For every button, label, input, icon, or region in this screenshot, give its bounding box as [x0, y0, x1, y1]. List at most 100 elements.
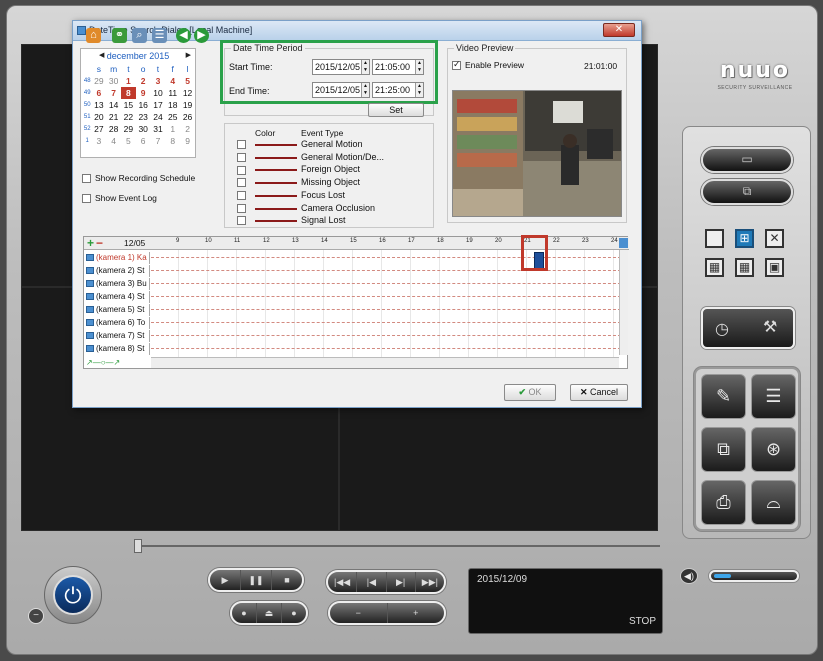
calendar-day[interactable]: 30	[136, 123, 151, 135]
calendar-day[interactable]: 8	[121, 87, 136, 99]
play-button[interactable]: ▶	[210, 570, 241, 590]
show-recording-schedule-option[interactable]: Show Recording Schedule	[82, 173, 195, 184]
playback-slider-track[interactable]	[137, 545, 660, 547]
calendar-day[interactable]: 5	[121, 135, 136, 147]
calendar-day[interactable]: 2	[180, 123, 195, 135]
calendar-day[interactable]: 25	[165, 111, 180, 123]
calendar-day[interactable]: 16	[136, 99, 151, 111]
camera-timeline-row[interactable]: (kamera 4) St	[84, 291, 621, 303]
camera-name[interactable]: (kamera 6) To	[84, 317, 150, 329]
clock-icon[interactable]: ◷	[715, 319, 729, 339]
layout-3x3-button[interactable]: ▦	[705, 258, 724, 277]
hammer-icon[interactable]: ⚒	[763, 317, 777, 337]
camera-name[interactable]: (kamera 5) St	[84, 304, 150, 316]
camera-name[interactable]: (kamera 3) Bu	[84, 278, 150, 290]
show-event-log-option[interactable]: Show Event Log	[82, 193, 157, 204]
set-button[interactable]: Set	[368, 103, 424, 117]
eject-button[interactable]: ⏏	[257, 603, 282, 623]
start-date-field[interactable]: 2015/12/05 ▲ ▼	[312, 59, 370, 75]
camera-timeline-row[interactable]: (kamera 5) St	[84, 304, 621, 316]
minimize-button[interactable]: −	[28, 608, 44, 624]
end-time-field[interactable]: 21:25:00 ▲ ▼	[372, 82, 424, 98]
enable-preview-option[interactable]: Enable Preview	[452, 59, 524, 71]
calendar-day[interactable]: 11	[165, 87, 180, 99]
calendar-day[interactable]: 2	[136, 75, 151, 87]
timeline-horizontal-scrollbar[interactable]	[151, 357, 619, 368]
timeline-settings-icon[interactable]	[619, 238, 628, 248]
layout-2x2-button[interactable]: ⊞	[735, 229, 754, 248]
prev-month-icon[interactable]: ◀	[99, 49, 104, 63]
list-button[interactable]: ☰	[751, 374, 796, 419]
end-time-spinner[interactable]: ▲ ▼	[415, 83, 423, 97]
dewarp-button[interactable]: ⌓	[751, 480, 796, 525]
event-type-row[interactable]: General Motion	[237, 139, 363, 151]
export-video-button[interactable]: ⊛	[751, 427, 796, 472]
record-button[interactable]: ●	[232, 603, 257, 623]
print-button[interactable]: ⎙	[701, 480, 746, 525]
event-type-row[interactable]: General Motion/De...	[237, 152, 384, 164]
timeline-vertical-scrollbar[interactable]	[619, 250, 628, 355]
calendar-day[interactable]: 1	[165, 123, 180, 135]
calendar-day[interactable]: 13	[91, 99, 106, 111]
start-time-field[interactable]: 21:05:00 ▲ ▼	[372, 59, 424, 75]
event-log-checkbox[interactable]	[82, 194, 91, 204]
calendar-day[interactable]: 3	[91, 135, 106, 147]
calendar-day[interactable]: 19	[180, 99, 195, 111]
event-type-checkbox[interactable]	[237, 165, 246, 175]
layout-1x1-button[interactable]	[705, 229, 724, 248]
calendar-day[interactable]: 6	[91, 87, 106, 99]
zoom-out-icon[interactable]: −	[96, 236, 103, 250]
slower-button[interactable]: −	[330, 603, 388, 623]
layout-full-button[interactable]: ▣	[765, 258, 784, 277]
start-date-spinner[interactable]: ▲ ▼	[361, 60, 369, 74]
record-alt-button[interactable]: ●	[282, 603, 306, 623]
search-list-icon[interactable]: ☰	[152, 28, 167, 43]
calendar-day[interactable]: 24	[151, 111, 166, 123]
calendar-day[interactable]: 12	[180, 87, 195, 99]
home-icon[interactable]: ⌂	[86, 28, 101, 43]
camera-name[interactable]: (kamera 2) St	[84, 265, 150, 277]
calendar-day[interactable]: 6	[136, 135, 151, 147]
camera-timeline-row[interactable]: (kamera 6) To	[84, 317, 621, 329]
ok-button[interactable]: ✔ OK	[504, 384, 556, 401]
event-type-row[interactable]: Signal Lost	[237, 215, 346, 227]
calendar-day[interactable]: 26	[180, 111, 195, 123]
camera-timeline-row[interactable]: (kamera 3) Bu	[84, 278, 621, 290]
calendar-day[interactable]: 3	[151, 75, 166, 87]
back-icon[interactable]: ◀	[176, 28, 191, 43]
event-type-checkbox[interactable]	[237, 152, 246, 162]
calendar-day[interactable]: 4	[165, 75, 180, 87]
recording-schedule-checkbox[interactable]	[82, 174, 91, 184]
power-button[interactable]: ⏻	[44, 566, 102, 624]
camera-name[interactable]: (kamera 1) Ka	[84, 252, 150, 264]
camera-name[interactable]: (kamera 7) St	[84, 330, 150, 342]
folder-button[interactable]: ▭	[701, 147, 793, 173]
end-date-spinner[interactable]: ▲ ▼	[361, 83, 369, 97]
calendar-day[interactable]: 23	[136, 111, 151, 123]
search-camera-icon[interactable]: ⌕	[132, 28, 147, 43]
speaker-icon[interactable]: ◀)	[680, 568, 698, 584]
forward-icon[interactable]: ▶	[194, 28, 209, 43]
calendar-day[interactable]: 30	[106, 75, 121, 87]
timeline-zoom-slider[interactable]: ↗—○—↗	[86, 358, 120, 367]
calendar-day[interactable]: 1	[121, 75, 136, 87]
layout-cross-button[interactable]: ✕	[765, 229, 784, 248]
event-type-checkbox[interactable]	[237, 203, 246, 213]
stop-button[interactable]: ■	[272, 570, 302, 590]
calendar-day[interactable]: 31	[151, 123, 166, 135]
calendar-day[interactable]: 10	[151, 87, 166, 99]
calendar-day[interactable]: 20	[91, 111, 106, 123]
end-date-field[interactable]: 2015/12/05 ▲ ▼	[312, 82, 370, 98]
calendar-day[interactable]: 4	[106, 135, 121, 147]
calendar-day[interactable]: 18	[165, 99, 180, 111]
snapshot-button[interactable]: ⧉	[701, 427, 746, 472]
event-type-row[interactable]: Focus Lost	[237, 190, 345, 202]
event-type-row[interactable]: Foreign Object	[237, 164, 360, 176]
calendar-day[interactable]: 15	[121, 99, 136, 111]
start-time-spinner[interactable]: ▲ ▼	[415, 60, 423, 74]
dialog-close-button[interactable]: ✕	[603, 23, 635, 37]
export-button[interactable]: ⧉	[701, 179, 793, 205]
pause-button[interactable]: ❚❚	[241, 570, 272, 590]
calendar-day[interactable]: 7	[151, 135, 166, 147]
calendar-day[interactable]: 29	[121, 123, 136, 135]
